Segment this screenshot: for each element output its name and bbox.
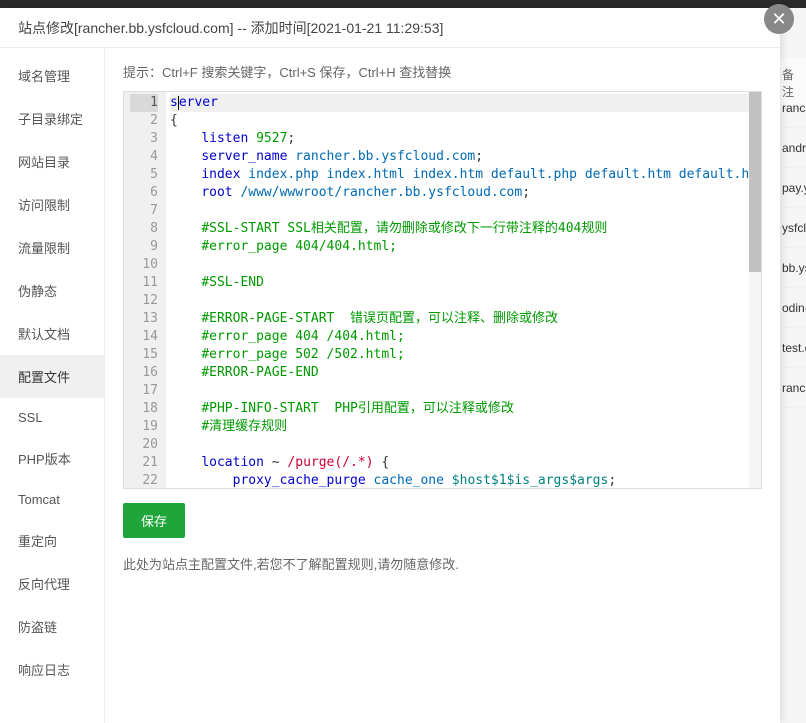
code-line[interactable]: #error_page 404/404.html; [170,238,749,256]
sidebar-item-label: 重定向 [18,534,57,549]
sidebar-item-label: 配置文件 [18,370,70,385]
sidebar-item-label: 响应日志 [18,663,70,678]
background-row: odin- [780,288,806,328]
code-line[interactable]: #SSL-START SSL相关配置，请勿删除或修改下一行带注释的404规则 [170,220,749,238]
code-line[interactable]: #ERROR-PAGE-END [170,364,749,382]
sidebar-item-antileech[interactable]: 防盗链 [0,605,104,648]
close-button[interactable]: ✕ [764,4,794,34]
obscured-top-bar [0,0,806,8]
sidebar-item-log[interactable]: 响应日志 [0,648,104,691]
editor-hint: 提示：Ctrl+F 搜索关键字，Ctrl+S 保存，Ctrl+H 查找替换 [123,62,762,81]
sidebar-item-domain[interactable]: 域名管理 [0,54,104,97]
background-row: bb.ys [780,248,806,288]
background-row: pay.y [780,168,806,208]
scrollbar-thumb[interactable] [749,92,761,272]
sidebar-item-flow[interactable]: 流量限制 [0,226,104,269]
code-line[interactable]: location ~ /purge(/.*) { [170,454,749,472]
code-line[interactable]: listen 9527; [170,130,749,148]
config-editor[interactable]: 12345678910111213141516171819202122 serv… [123,91,762,489]
sidebar-item-tomcat[interactable]: Tomcat [0,480,104,519]
sidebar-item-config[interactable]: 配置文件 [0,355,104,398]
sidebar-item-label: 默认文档 [18,327,70,342]
background-row: test.c [780,328,806,368]
sidebar-item-label: 反向代理 [18,577,70,592]
sidebar: 域名管理子目录绑定网站目录访问限制流量限制伪静态默认文档配置文件 SSL PHP版本… [0,48,105,723]
sidebar-item-label: 子目录绑定 [18,112,83,127]
code-line[interactable]: #error_page 502 /502.html; [170,346,749,364]
sidebar-item-redirect[interactable]: 重定向 [0,519,104,562]
background-table-rows: ranchandropay.yysfclbb.ysodin-test.cranc… [780,88,806,408]
sidebar-item-label: Tomcat [18,492,60,507]
sidebar-item-access[interactable]: 访问限制 [0,183,104,226]
editor-gutter: 12345678910111213141516171819202122 [124,92,166,488]
code-line[interactable]: server_name rancher.bb.ysfcloud.com; [170,148,749,166]
sidebar-item-label: 伪静态 [18,284,57,299]
code-line[interactable] [170,382,749,400]
code-line[interactable]: root /www/wwwroot/rancher.bb.ysfcloud.co… [170,184,749,202]
sidebar-item-label: SSL [18,410,43,425]
sidebar-item-proxy[interactable]: 反向代理 [0,562,104,605]
sidebar-item-ssl[interactable]: SSL [0,398,104,437]
editor-code[interactable]: server{ listen 9527; server_name rancher… [166,92,749,488]
sidebar-item-label: 流量限制 [18,241,70,256]
sidebar-item-php[interactable]: PHP版本 [0,437,104,480]
main-panel: 提示：Ctrl+F 搜索关键字，Ctrl+S 保存，Ctrl+H 查找替换 12… [105,48,780,723]
editor-scrollbar[interactable] [749,92,761,488]
background-row: ysfcl [780,208,806,248]
sidebar-item-label: 网站目录 [18,155,70,170]
code-line[interactable]: index index.php index.html index.htm def… [170,166,749,184]
save-button[interactable]: 保存 [123,503,185,538]
config-note: 此处为站点主配置文件,若您不了解配置规则,请勿随意修改. [123,554,762,573]
sidebar-item-webdir[interactable]: 网站目录 [0,140,104,183]
code-line[interactable]: #SSL-END [170,274,749,292]
close-icon: ✕ [771,9,786,30]
background-row: ranch [780,88,806,128]
sidebar-item-subdir[interactable]: 子目录绑定 [0,97,104,140]
code-line[interactable]: server [170,94,749,112]
code-line[interactable]: #PHP-INFO-START PHP引用配置，可以注释或修改 [170,400,749,418]
background-row: andro [780,128,806,168]
sidebar-item-label: 防盗链 [18,620,57,635]
code-line[interactable]: { [170,112,749,130]
code-line[interactable]: #清理缓存规则 [170,418,749,436]
sidebar-item-label: 访问限制 [18,198,70,213]
code-line[interactable] [170,256,749,274]
sidebar-item-label: PHP版本 [18,452,71,467]
background-row: ranch [780,368,806,408]
code-line[interactable] [170,292,749,310]
sidebar-item-rewrite[interactable]: 伪静态 [0,269,104,312]
code-line[interactable] [170,436,749,454]
site-edit-modal: ✕ 站点修改[rancher.bb.ysfcloud.com] -- 添加时间[… [0,8,780,723]
modal-title: 站点修改[rancher.bb.ysfcloud.com] -- 添加时间[20… [0,8,780,48]
sidebar-item-label: 域名管理 [18,69,70,84]
code-line[interactable]: #error_page 404 /404.html; [170,328,749,346]
code-line[interactable]: #ERROR-PAGE-START 错误页配置，可以注释、删除或修改 [170,310,749,328]
code-line[interactable] [170,202,749,220]
modal-body: 域名管理子目录绑定网站目录访问限制流量限制伪静态默认文档配置文件 SSL PHP版本… [0,48,780,723]
sidebar-item-defaultdoc[interactable]: 默认文档 [0,312,104,355]
code-line[interactable]: proxy_cache_purge cache_one $host$1$is_a… [170,472,749,488]
